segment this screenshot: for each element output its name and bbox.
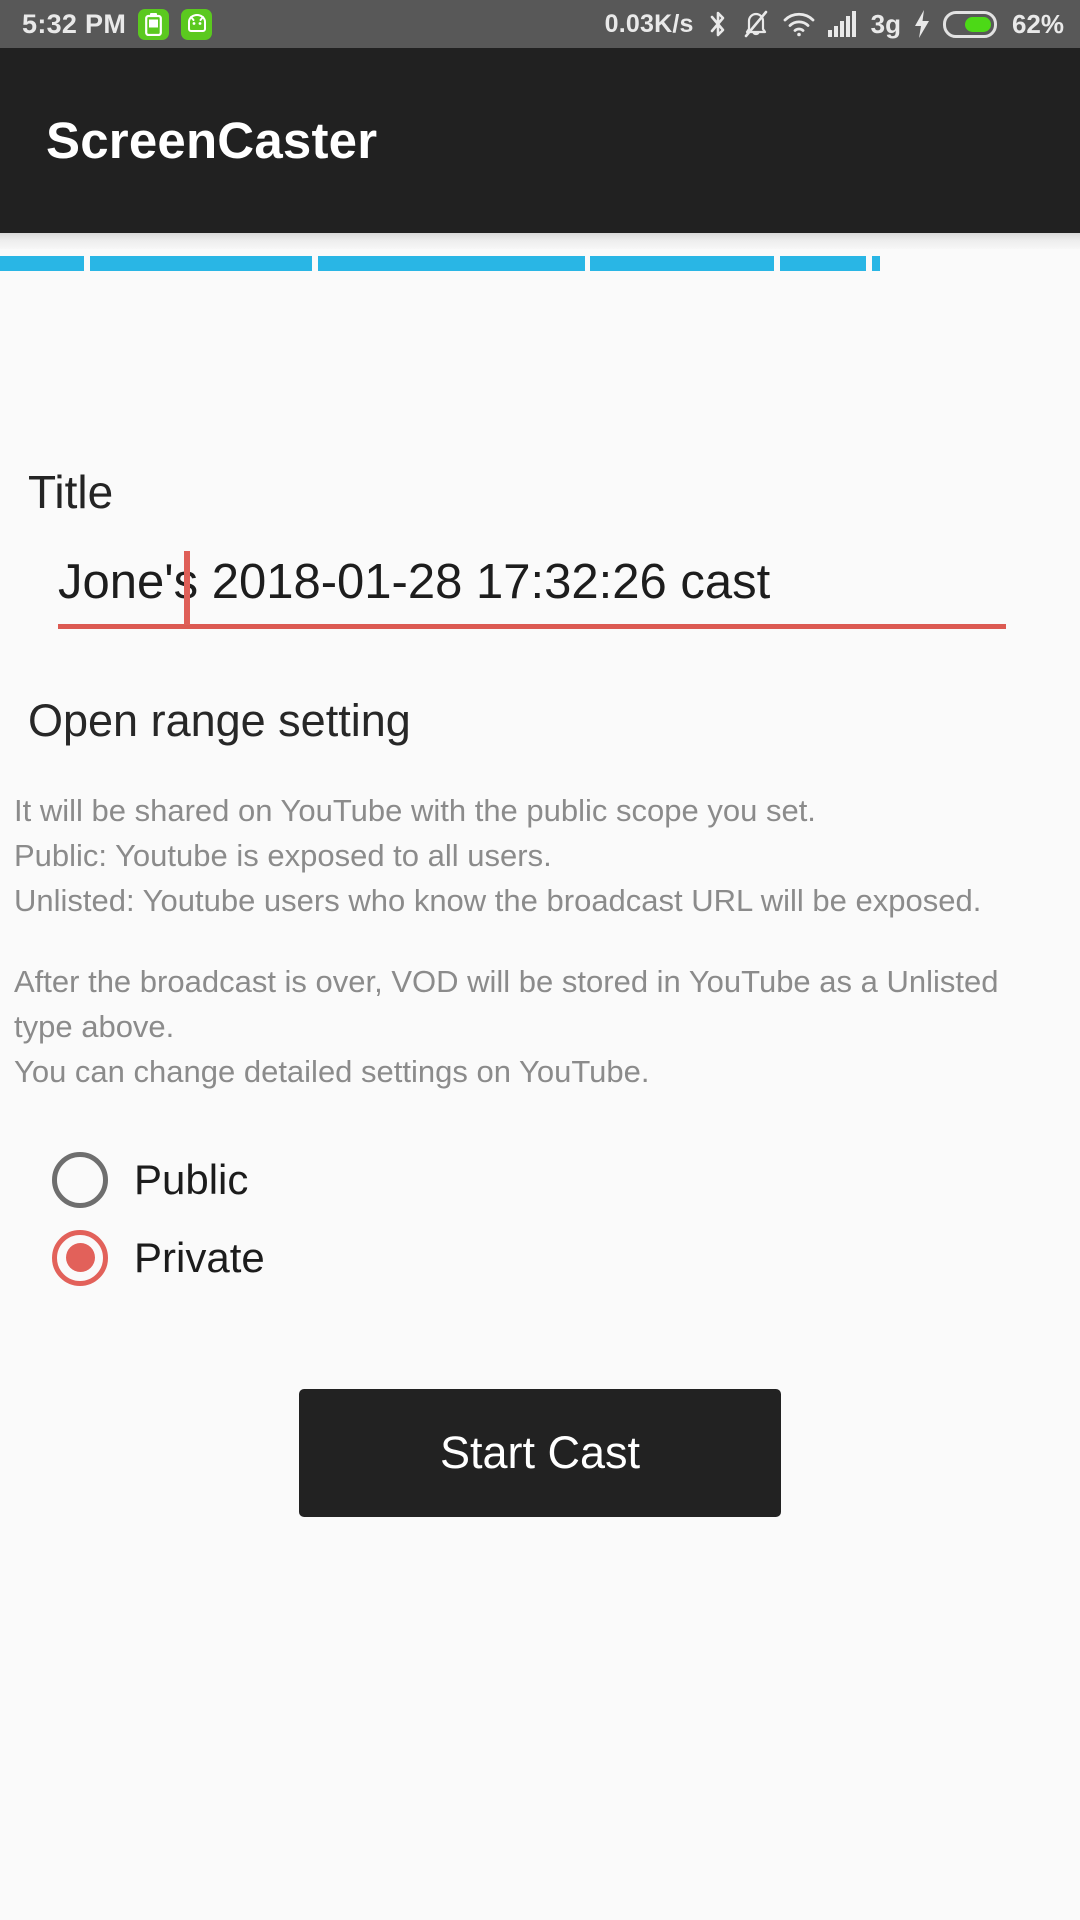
radio-circle-icon-private[interactable] bbox=[52, 1229, 108, 1286]
radio-label-private: Private bbox=[134, 1233, 265, 1281]
app-bar: ScreenCaster bbox=[0, 48, 1080, 233]
open-range-description: It will be shared on YouTube with the pu… bbox=[14, 789, 1052, 1095]
wifi-icon bbox=[783, 11, 815, 37]
status-bar-right: 0.03K/s 3g 62% bbox=[605, 9, 1064, 40]
charging-bolt-icon bbox=[914, 10, 930, 38]
title-field-label: Title bbox=[28, 466, 114, 518]
progress-segment bbox=[318, 256, 585, 271]
status-bar-clock: 5:32 PM bbox=[22, 8, 127, 39]
start-cast-button[interactable]: Start Cast bbox=[299, 1388, 781, 1517]
network-speed-text: 0.03K/s bbox=[604, 9, 694, 38]
radio-circle-icon-public[interactable] bbox=[52, 1151, 108, 1208]
title-input-value: Jone's 2018-01-28 17:32:26 cast bbox=[58, 555, 771, 609]
app-bar-shadow bbox=[0, 233, 1080, 249]
scope-radio-group[interactable]: Public Private bbox=[52, 1141, 1052, 1297]
text-cursor bbox=[184, 551, 190, 625]
radio-option-public[interactable]: Public bbox=[52, 1141, 1052, 1219]
description-paragraph-2: After the broadcast is over, VOD will be… bbox=[14, 963, 999, 1089]
main-content: Title Jone's 2018-01-28 17:32:26 cast Op… bbox=[0, 469, 1080, 1517]
notifications-muted-icon bbox=[742, 9, 770, 39]
radio-selected-dot bbox=[65, 1243, 95, 1272]
battery-icon bbox=[942, 10, 997, 38]
battery-saver-icon bbox=[138, 8, 170, 40]
cellular-signal-icon bbox=[827, 11, 858, 37]
app-title: ScreenCaster bbox=[46, 112, 378, 169]
radio-label-public: Public bbox=[134, 1155, 249, 1203]
progress-segment bbox=[590, 256, 774, 271]
radio-option-private[interactable]: Private bbox=[52, 1219, 1052, 1297]
description-paragraph-1: It will be shared on YouTube with the pu… bbox=[14, 792, 982, 918]
progress-segment bbox=[0, 256, 84, 271]
network-type-text: 3g bbox=[870, 8, 901, 39]
submit-row: Start Cast bbox=[28, 1388, 1052, 1517]
battery-fill bbox=[964, 16, 991, 32]
title-input[interactable]: Jone's 2018-01-28 17:32:26 cast bbox=[58, 551, 1006, 629]
bluetooth-icon bbox=[707, 9, 729, 39]
status-bar-left: 5:32 PM bbox=[22, 8, 213, 40]
progress-segment bbox=[780, 256, 866, 271]
progress-segment bbox=[90, 256, 312, 271]
status-bar: 5:32 PM 0.03K/s 3g 62% bbox=[0, 0, 1080, 48]
open-range-setting-heading: Open range setting bbox=[28, 694, 411, 746]
battery-percent-text: 62% bbox=[1011, 8, 1064, 39]
android-robot-icon bbox=[181, 8, 213, 40]
progress-segment bbox=[872, 256, 880, 271]
indeterminate-progress-bar bbox=[0, 249, 1080, 279]
